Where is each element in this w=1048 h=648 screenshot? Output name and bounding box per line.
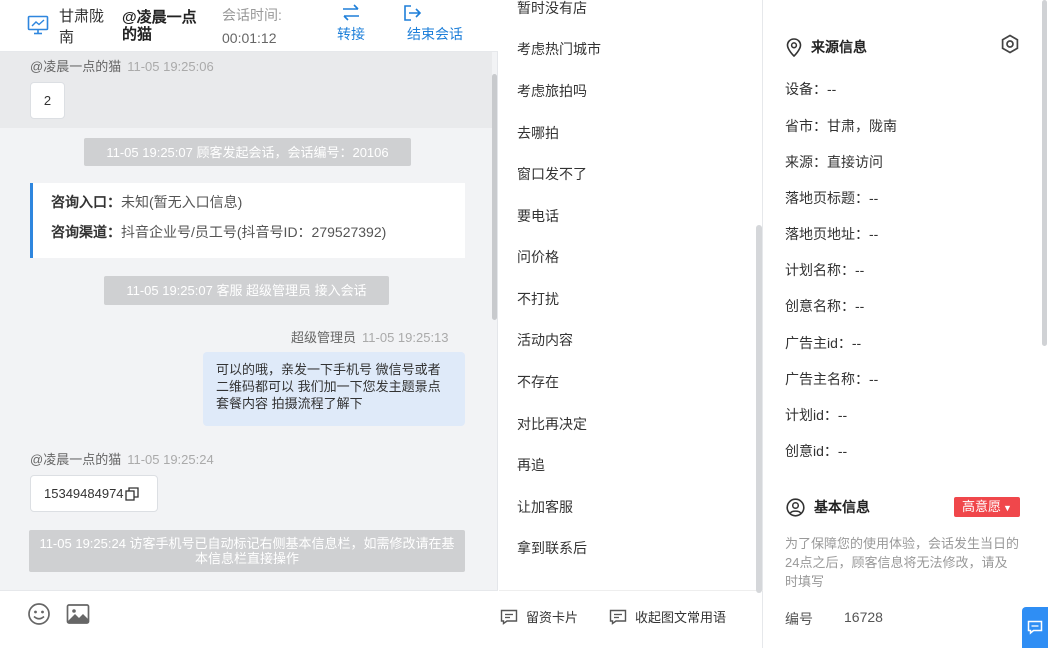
field-advertiser-id: 广告主id：-- <box>785 335 862 351</box>
end-session-button[interactable]: 结束会话 <box>403 4 467 44</box>
quick-reply-item[interactable]: 考虑旅拍吗 <box>517 81 587 101</box>
agent-message: 可以的哦，亲发一下手机号 微信号或者二维码都可以 我们加一下您发主题景点 套餐内… <box>203 352 465 426</box>
session-time-label: 会话时间: <box>222 7 282 23</box>
field-advertiser-name: 广告主名称：-- <box>785 371 879 387</box>
quick-reply-footer: 留资卡片 收起图文常用语 <box>499 590 763 648</box>
message-sender: 超级管理员 11-05 19:25:13 <box>291 327 449 346</box>
settings-icon[interactable] <box>1000 34 1020 54</box>
message-sender: @凌晨一点的猫 11-05 19:25:06 <box>30 56 214 75</box>
customer-info-panel: 来源信息 设备：-- 省市：甘肃，陇南 来源：直接访问 落地页标题：-- 落地页… <box>764 0 1048 648</box>
quick-reply-item[interactable]: 再追 <box>517 455 545 475</box>
caret-down-icon: ▼ <box>1003 503 1012 513</box>
location-pin-icon <box>786 37 802 57</box>
customer-message[interactable]: 15349484974 <box>30 475 158 512</box>
quick-reply-item[interactable]: 活动内容 <box>517 330 573 350</box>
consult-channel-label: 咨询渠道： <box>51 224 121 240</box>
field-device: 设备：-- <box>785 81 837 97</box>
quick-reply-item[interactable]: 问价格 <box>517 247 559 267</box>
source-info-title-text: 来源信息 <box>811 39 867 55</box>
image-icon[interactable] <box>66 602 90 626</box>
lead-card-button[interactable]: 留资卡片 <box>500 607 578 626</box>
quick-reply-item[interactable]: 要电话 <box>517 206 559 226</box>
consult-channel-value: 抖音企业号/员工号(抖音号ID：279527392) <box>121 224 387 240</box>
session-time-value: 00:01:12 <box>222 30 277 46</box>
floating-chat-button[interactable] <box>1022 607 1048 648</box>
message-time: 11-05 19:25:06 <box>127 59 214 74</box>
end-session-label: 结束会话 <box>407 26 463 42</box>
system-message: 11-05 19:25:07 客服 超级管理员 接入会话 <box>104 276 389 305</box>
consult-entry-row: 咨询入口：未知(暂无入口信息) <box>51 194 465 211</box>
copy-icon[interactable] <box>124 486 139 501</box>
sender-name: @凌晨一点的猫 <box>30 59 122 74</box>
field-creative-id: 创意id：-- <box>785 443 848 459</box>
transfer-icon <box>343 4 359 21</box>
message-time: 11-05 19:25:24 <box>127 452 214 467</box>
user-icon <box>786 497 805 517</box>
field-landing-url: 落地页地址：-- <box>785 226 879 242</box>
quick-reply-item[interactable]: 考虑热门城市 <box>517 39 601 59</box>
quick-reply-item[interactable]: 让加客服 <box>517 497 573 517</box>
consult-entry-label: 咨询入口： <box>51 194 121 210</box>
quick-reply-panel: 暂时没有店 考虑热门城市 考虑旅拍吗 去哪拍 窗口发不了 要电话 问价格 不打扰… <box>499 0 763 648</box>
emoji-icon[interactable] <box>27 602 51 626</box>
monitor-icon <box>27 15 49 35</box>
field-creative-name: 创意名称：-- <box>785 298 865 314</box>
collapse-phrases-button[interactable]: 收起图文常用语 <box>609 607 726 626</box>
visitor-name: @凌晨一点的猫 <box>122 9 197 43</box>
basic-info-title: 基本信息 <box>786 497 870 517</box>
quick-reply-scrollbar[interactable] <box>756 225 762 593</box>
info-panel-scrollbar[interactable] <box>1042 0 1047 346</box>
intent-level-dropdown[interactable]: 高意愿 ▼ <box>954 497 1020 517</box>
consult-entry-value: 未知(暂无入口信息) <box>121 194 243 210</box>
quick-reply-item[interactable]: 窗口发不了 <box>517 164 587 184</box>
customer-number-value: 16728 <box>844 609 883 625</box>
quick-reply-item[interactable]: 不打扰 <box>517 289 559 309</box>
chat-toolbar <box>0 590 498 648</box>
sender-name: 超级管理员 <box>291 330 357 345</box>
source-info-title: 来源信息 <box>786 37 867 57</box>
message-list: @凌晨一点的猫 11-05 19:25:06 2 11-05 19:25:07 顾… <box>0 52 498 590</box>
consult-channel-row: 咨询渠道：抖音企业号/员工号(抖音号ID：279527392) <box>51 224 465 241</box>
quick-reply-item[interactable]: 对比再决定 <box>517 414 587 434</box>
logout-icon <box>404 5 422 21</box>
quick-reply-item[interactable]: 暂时没有店 <box>517 0 587 18</box>
collapse-phrases-label: 收起图文常用语 <box>635 610 727 625</box>
message-sender: @凌晨一点的猫 11-05 19:25:24 <box>30 449 214 468</box>
chat-workspace: 甘肃陇南 @凌晨一点的猫 会话时间: 00:01:12 转接 结束会话 @凌晨一… <box>0 0 1048 648</box>
field-plan-id: 计划id：-- <box>785 407 848 423</box>
transfer-button[interactable]: 转接 <box>334 4 368 44</box>
quick-reply-item[interactable]: 拿到联系后 <box>517 538 587 558</box>
quick-reply-item[interactable]: 去哪拍 <box>517 123 559 143</box>
quick-reply-item[interactable]: 不存在 <box>517 372 559 392</box>
system-message: 11-05 19:25:24 访客手机号已自动标记右侧基本信息栏，如需修改请在基… <box>29 530 465 572</box>
field-plan-name: 计划名称：-- <box>785 262 865 278</box>
transfer-label: 转接 <box>337 26 365 42</box>
phone-number-text: 15349484974 <box>44 486 124 501</box>
field-province-city: 省市：甘肃，陇南 <box>785 118 897 134</box>
intent-level-label: 高意愿 <box>962 499 1002 514</box>
system-message: 11-05 19:25:07 顾客发起会话，会话编号：20106 <box>84 138 411 166</box>
customer-number-label: 编号 <box>785 611 813 627</box>
visitor-location: 甘肃陇南 <box>59 8 105 46</box>
sender-name: @凌晨一点的猫 <box>30 452 122 467</box>
edit-notice: 为了保障您的使用体验，会话发生当日的24点之后，顾客信息将无法修改，请及时填写 <box>785 536 1020 589</box>
message-time: 11-05 19:25:13 <box>362 330 449 345</box>
customer-message: 2 <box>30 82 65 119</box>
field-landing-title: 落地页标题：-- <box>785 190 879 206</box>
chat-bubble-icon <box>1027 620 1043 635</box>
consult-info-card: 咨询入口：未知(暂无入口信息) 咨询渠道：抖音企业号/员工号(抖音号ID：279… <box>30 183 465 258</box>
lead-card-label: 留资卡片 <box>526 610 579 625</box>
message-list-icon <box>609 609 627 625</box>
field-source: 来源：直接访问 <box>785 154 883 170</box>
chat-header: 甘肃陇南 @凌晨一点的猫 会话时间: 00:01:12 转接 结束会话 <box>0 0 498 52</box>
message-card-icon <box>500 609 518 625</box>
basic-info-title-text: 基本信息 <box>814 499 870 515</box>
chat-scrollbar[interactable] <box>492 74 497 320</box>
chat-panel: 甘肃陇南 @凌晨一点的猫 会话时间: 00:01:12 转接 结束会话 @凌晨一… <box>0 0 498 648</box>
